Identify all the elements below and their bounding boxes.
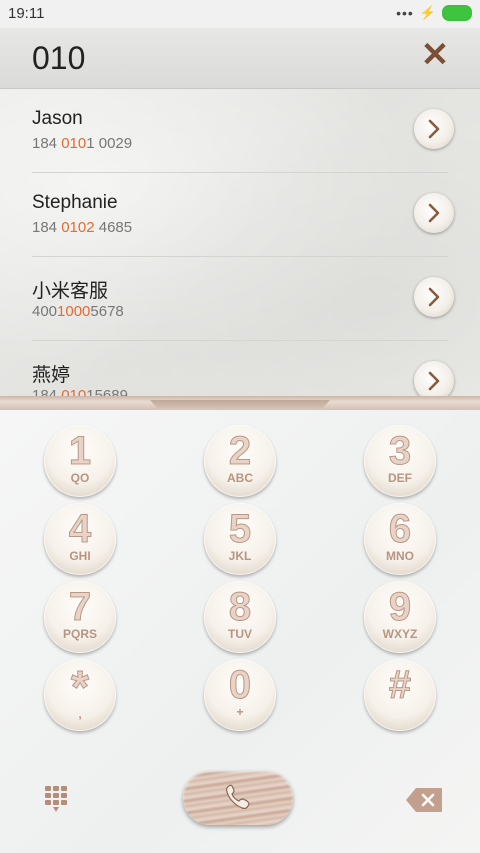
chevron-right-icon [428,371,440,391]
dialed-number-field[interactable]: 010 [32,40,85,77]
key-1[interactable]: 1 QO [44,425,116,497]
number-match-highlight: 0102 [61,219,95,236]
contact-name: Jason [32,108,83,129]
key-6[interactable]: 6 MNO [364,503,436,575]
contact-detail-button[interactable] [414,277,454,317]
key-digit: 4 [68,507,92,551]
contact-detail-button[interactable] [414,361,454,399]
contact-name: 燕婷 [32,365,71,386]
number-prefix: 184 [32,135,62,152]
key-digit: 7 [68,585,92,629]
number-suffix: 5678 [90,303,124,320]
battery-icon [442,5,472,21]
key-digit: 0 [228,663,252,707]
more-notifications-icon: ••• [396,5,414,21]
contact-row[interactable]: 小米客服 40010005678 [0,257,480,341]
dial-search-bar: 010 ✕ [0,28,480,89]
key-digit: 1 [68,429,92,473]
contact-name: 小米客服 [32,281,109,302]
status-bar: 19:11 ••• ⚡ [0,0,480,28]
voicemail-icon: QO [70,471,90,485]
key-letters: TUV [228,627,252,641]
key-digit: # [388,663,412,707]
contact-row[interactable]: Jason 184 0101 0029 [0,89,480,173]
key-digit: 6 [388,507,412,551]
key-digit: 8 [228,585,252,629]
key-letters: JKL [228,549,252,563]
contact-row[interactable]: Stephanie 184 0102 4685 [0,173,480,257]
chevron-right-icon [428,119,440,139]
key-0[interactable]: 0 + [204,659,276,731]
phone-icon [226,784,250,809]
number-prefix: 184 [32,219,62,236]
number-match-highlight: 1000 [57,303,91,320]
contact-row[interactable]: 燕婷 184 01015689 [0,341,480,399]
key-letters: ABC [227,471,253,485]
chevron-right-icon [428,287,440,307]
bolt-icon: ⚡ [419,5,436,20]
contact-detail-button[interactable] [414,109,454,149]
key-letters: PQRS [62,627,97,641]
backspace-icon[interactable] [405,787,443,813]
key-letters: GHI [69,549,91,563]
key-8[interactable]: 8 TUV [204,581,276,653]
contact-name: Stephanie [32,192,118,213]
key-digit: 3 [388,429,412,473]
key-letters: DEF [388,471,412,485]
chevron-right-icon [428,203,440,223]
contact-number: 184 0102 4685 [32,219,132,236]
key-letters: MNO [386,549,414,563]
key-2[interactable]: 2 ABC [204,425,276,497]
key-digit: 2 [228,429,252,473]
key-7[interactable]: 7 PQRS [44,581,116,653]
contact-detail-button[interactable] [414,193,454,233]
contact-number: 184 0101 0029 [32,135,132,152]
key-4[interactable]: 4 GHI [44,503,116,575]
matching-contacts-list: Jason 184 0101 0029 Stephanie 184 0102 4… [0,89,480,399]
status-icons: ••• ⚡ [396,5,472,21]
number-suffix: 1 0029 [86,135,133,152]
key-9[interactable]: 9 WXYZ [364,581,436,653]
key-digit: * [71,661,90,713]
call-button[interactable] [183,771,293,825]
key-5[interactable]: 5 JKL [204,503,276,575]
number-suffix: 4685 [94,219,133,236]
contact-number: 40010005678 [32,303,124,320]
key-hash[interactable]: # [364,659,436,731]
close-icon[interactable]: ✕ [418,38,452,72]
key-letters: WXYZ [382,627,418,641]
key-letters: + [236,705,244,719]
key-digit: 9 [388,585,412,629]
number-match-highlight: 010 [61,135,87,152]
dialpad-grid-icon[interactable] [44,785,72,813]
key-3[interactable]: 3 DEF [364,425,436,497]
number-prefix: 400 [32,303,58,320]
key-star[interactable]: * , [44,659,116,731]
status-time: 19:11 [8,5,45,22]
key-digit: 5 [228,507,252,551]
key-letters: , [78,707,82,721]
